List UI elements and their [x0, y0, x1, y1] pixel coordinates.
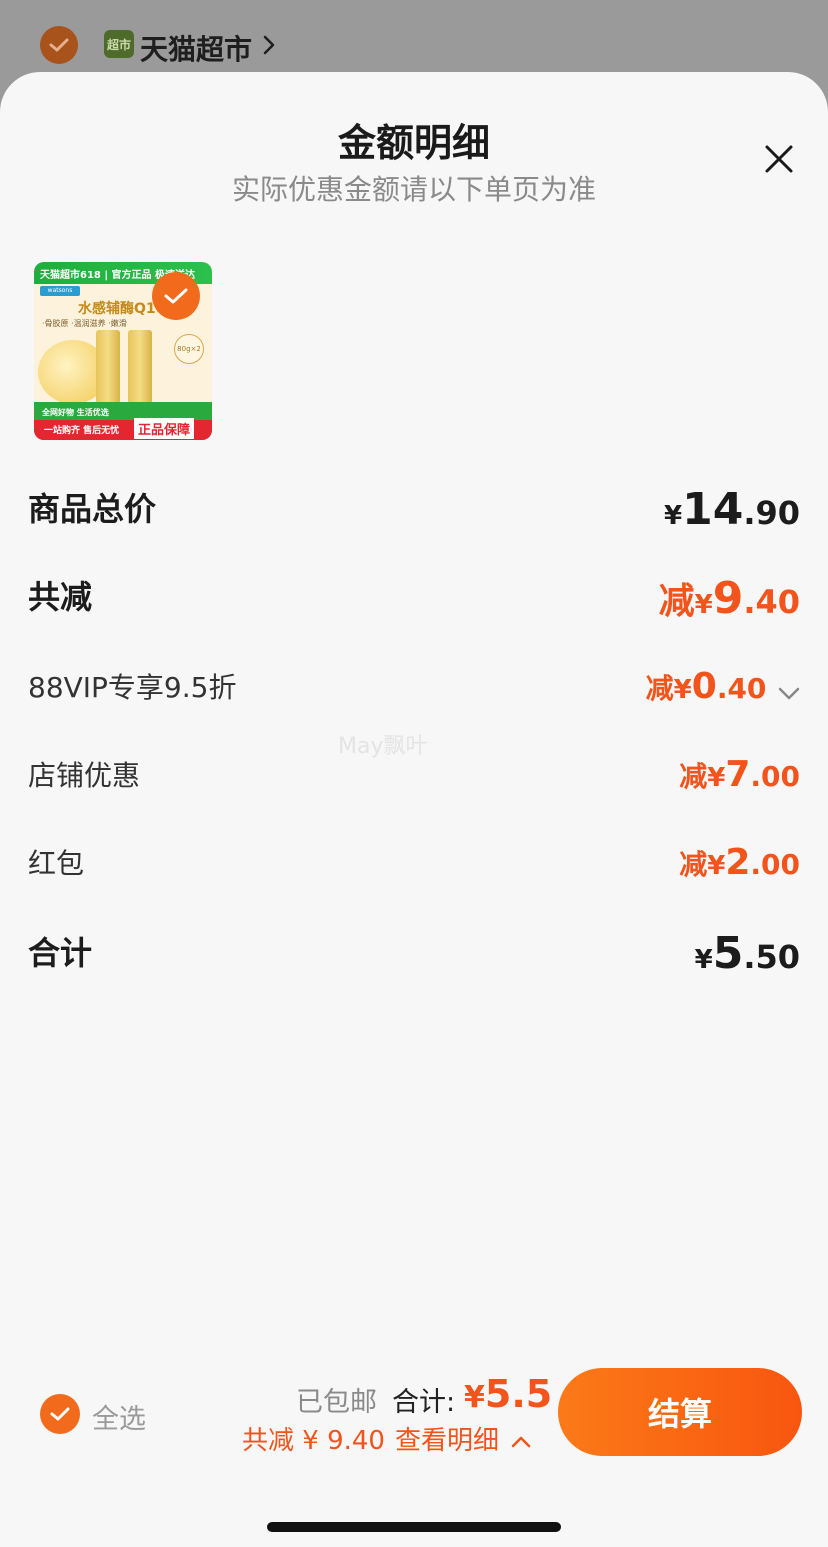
- yen-sign: ¥: [464, 1380, 485, 1415]
- total-label: 合计: [28, 934, 93, 972]
- total-amount: ¥5.50: [695, 928, 800, 979]
- close-button[interactable]: [756, 136, 802, 182]
- yen-sign: ¥: [707, 763, 726, 793]
- thumbnail-brand: watsons: [40, 286, 80, 296]
- amount-decimal: .00: [750, 848, 800, 881]
- discount-prefix: 减: [658, 581, 695, 622]
- vip-discount-amount: 减¥0.40: [646, 666, 800, 707]
- home-indicator[interactable]: [267, 1522, 561, 1532]
- close-icon: [765, 145, 793, 173]
- bottom-total-label: 合计:: [392, 1387, 456, 1418]
- amount-decimal: .90: [743, 494, 800, 532]
- discount-prefix: 减: [679, 848, 708, 881]
- amount-integer: 9: [712, 573, 744, 624]
- thumbnail-tags: ·骨胶原 ·温润滋养 ·嫩滑: [42, 319, 127, 328]
- amount-integer: 2: [725, 842, 751, 883]
- store-discount-label: 店铺优惠: [28, 759, 141, 792]
- discount-prefix: 减: [679, 760, 708, 793]
- chevron-right-icon[interactable]: [262, 34, 276, 60]
- total-discount-row: 共减 减¥9.40: [28, 572, 800, 632]
- amount-decimal: .50: [743, 938, 800, 976]
- total-discount-label: 共减: [28, 578, 93, 616]
- thumbnail-guarantee-badge: 正品保障: [134, 418, 195, 439]
- red-packet-amount: 减¥2.00: [679, 842, 800, 883]
- watermark: May飘叶: [338, 734, 428, 759]
- amount-integer: 0: [691, 666, 717, 707]
- yen-sign: ¥: [694, 590, 713, 620]
- product-check-icon[interactable]: [152, 272, 200, 320]
- thumbnail-promo-line: 全网好物 生活优选: [42, 408, 109, 417]
- yen-sign: ¥: [663, 501, 683, 531]
- amount-decimal: .40: [743, 583, 800, 621]
- amount-decimal: .40: [716, 672, 767, 705]
- amount-detail-sheet: 金额明细 实际优惠金额请以下单页为准 天猫超市618 | 官方正品 极速送达 w…: [0, 72, 828, 1547]
- amount-integer: 5: [712, 928, 744, 979]
- thumbnail-size-badge: 80g×2: [174, 334, 204, 364]
- sheet-subtitle: 实际优惠金额请以下单页为准: [231, 173, 596, 206]
- chevron-up-icon[interactable]: [511, 1435, 531, 1449]
- store-check-icon[interactable]: [40, 26, 78, 64]
- amount-decimal: .00: [750, 760, 800, 793]
- saved-amount: 共减 ¥ 9.40: [242, 1426, 385, 1456]
- select-all-label[interactable]: 全选: [92, 1397, 146, 1436]
- discount-prefix: 减: [645, 672, 674, 705]
- yen-sign: ¥: [694, 945, 713, 975]
- amount-integer: 14: [682, 484, 744, 535]
- saved-line: 共减 ¥ 9.40 查看明细: [242, 1420, 531, 1457]
- store-logo-icon: 超市: [104, 30, 134, 58]
- subtotal-label: 商品总价: [28, 490, 157, 528]
- amount-integer: 7: [725, 754, 751, 795]
- vip-discount-row[interactable]: 88VIP专享9.5折 减¥0.40: [28, 666, 800, 726]
- sheet-title: 金额明细: [337, 121, 490, 165]
- vip-discount-label: 88VIP专享9.5折: [28, 671, 237, 704]
- total-number: 5.5: [484, 1372, 553, 1416]
- store-discount-amount: 减¥7.00: [679, 754, 800, 795]
- product-tube: [128, 330, 152, 408]
- select-all-check-icon[interactable]: [40, 1394, 80, 1434]
- subtotal-amount: ¥14.90: [664, 484, 800, 535]
- red-packet-label: 红包: [28, 847, 85, 880]
- store-discount-row: 店铺优惠 减¥7.00: [28, 754, 800, 814]
- yen-sign: ¥: [707, 851, 726, 881]
- store-name[interactable]: 天猫超市: [140, 28, 252, 68]
- thumbnail-red-left: 一站购齐 售后无忧: [44, 426, 120, 436]
- total-row: 合计 ¥5.50: [28, 928, 800, 988]
- product-tube: [96, 330, 120, 408]
- shipping-label: 已包邮: [296, 1387, 377, 1418]
- red-packet-row: 红包 减¥2.00: [28, 842, 800, 902]
- subtotal-row: 商品总价 ¥14.90: [28, 484, 800, 544]
- yen-sign: ¥: [673, 675, 692, 705]
- bottom-total-amount: ¥5.5: [464, 1372, 552, 1416]
- view-detail-link[interactable]: 查看明细: [395, 1426, 499, 1456]
- chevron-down-icon[interactable]: [778, 687, 800, 701]
- checkout-button[interactable]: 结算: [558, 1368, 802, 1456]
- total-discount-amount: 减¥9.40: [659, 572, 800, 624]
